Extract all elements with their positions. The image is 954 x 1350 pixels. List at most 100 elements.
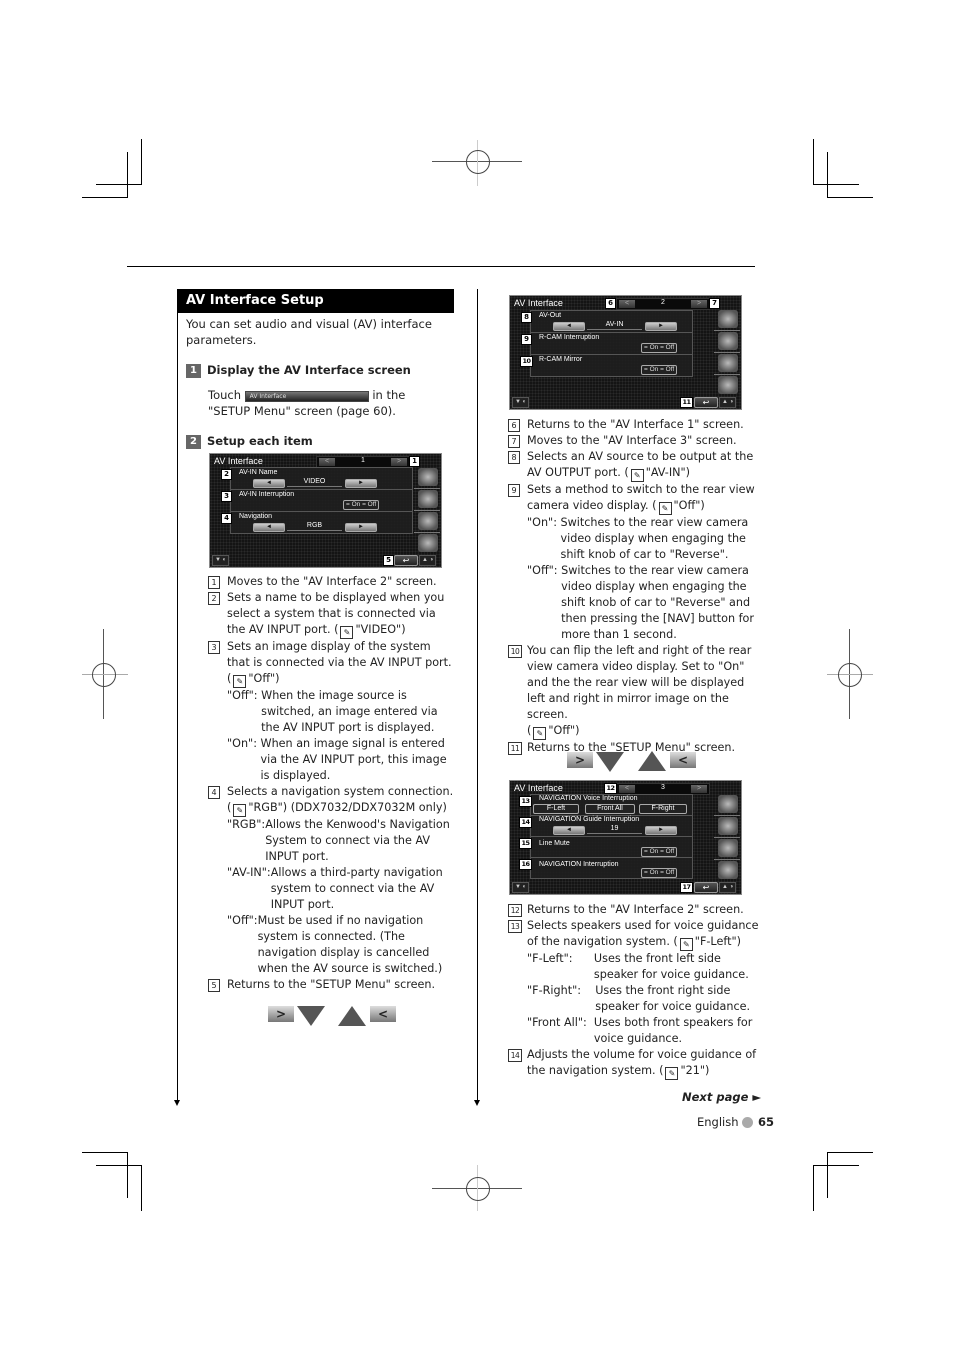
prev-page-button[interactable]: < <box>619 785 635 793</box>
list-item: 1 Moves to the "AV Interface 2" screen. <box>208 574 456 590</box>
item-text: Sets a method to switch to the rear view… <box>527 483 755 512</box>
menu-grid-icon[interactable] <box>418 468 438 486</box>
next-page-button[interactable]: > <box>691 785 707 793</box>
option-button-f-right[interactable]: F-Right <box>639 804 687 814</box>
tools-icon[interactable] <box>718 376 738 394</box>
page-number: 65 <box>758 1115 775 1129</box>
option-key: "Off": <box>527 564 562 577</box>
next-value-button[interactable]: ► <box>645 826 677 835</box>
setting-row: AV-IN Name ◄ VIDEO ► <box>230 467 413 490</box>
prev-page-button[interactable]: < <box>319 458 335 466</box>
list-item: 12 Returns to the "AV Interface 2" scree… <box>508 902 760 918</box>
next-value-button[interactable]: ► <box>345 479 377 488</box>
camera-icon[interactable] <box>718 817 738 835</box>
setting-value: 19 <box>587 825 642 834</box>
speaker-icon[interactable] <box>418 512 438 530</box>
default-value: "Off") <box>548 724 580 737</box>
prev-value-button[interactable]: ◄ <box>253 479 285 488</box>
prev-page-button[interactable]: < <box>619 300 635 308</box>
intro-text: You can set audio and visual (AV) interf… <box>186 317 432 347</box>
next-page-button[interactable]: > <box>691 300 707 308</box>
crop-mark <box>827 1152 828 1198</box>
arrow-down-icon <box>596 752 624 772</box>
setting-label: NAVIGATION Guide Interruption <box>539 816 640 823</box>
option-description: "AV-IN": Allows a third-party navigation … <box>227 865 456 913</box>
item-number: 4 <box>208 786 220 799</box>
next-value-button[interactable]: ► <box>345 523 377 532</box>
setting-row: AV-IN Interruption = On = Off <box>230 489 413 512</box>
prev-value-button[interactable]: ◄ <box>253 523 285 532</box>
next-screen-button-icon: > <box>567 752 593 768</box>
av-interface-button[interactable]: AV Interface <box>244 391 369 402</box>
av-interface-screen-3: AV Interface 12 < 3 > NAVIGATION Voice I… <box>509 780 742 895</box>
on-off-toggle[interactable]: = On = Off <box>641 847 678 857</box>
speaker-icon[interactable] <box>718 839 738 857</box>
prev-value-button[interactable]: ◄ <box>553 826 585 835</box>
callout-label: 6 <box>605 298 616 309</box>
up-button[interactable]: ▲ ◑ <box>719 882 737 893</box>
setting-row: NAVIGATION Guide Interruption ◄ 19 ► <box>530 815 693 837</box>
on-off-toggle[interactable]: = On = Off <box>641 868 678 878</box>
return-button[interactable]: ↩ <box>394 555 418 566</box>
menu-grid-icon[interactable] <box>718 310 738 328</box>
option-key: "F-Right": <box>527 984 596 997</box>
item-text: Returns to the "SETUP Menu" screen. <box>227 978 436 991</box>
option-text: Switches to the rear view camera video d… <box>560 516 749 561</box>
step-2-heading: 2 Setup each item <box>186 433 313 449</box>
down-button[interactable]: ▼ ◐ <box>512 397 530 408</box>
crop-mark <box>141 139 142 185</box>
option-text: When the image source is switched, an im… <box>261 689 438 734</box>
crop-mark <box>96 184 142 185</box>
option-button-front-all[interactable]: Front All <box>585 804 635 814</box>
setting-row: AV-Out ◄ AV-IN ► <box>530 310 693 333</box>
screen-title: AV Interface <box>214 456 263 466</box>
camera-icon[interactable] <box>418 490 438 508</box>
item-number: 2 <box>208 592 220 605</box>
list-item: 7 Moves to the "AV Interface 3" screen. <box>508 433 756 449</box>
crop-mark <box>141 1165 142 1211</box>
item-text: You can flip the left and right of the r… <box>527 644 752 721</box>
down-button[interactable]: ▼ ◐ <box>512 882 530 893</box>
next-value-button[interactable]: ► <box>645 322 677 331</box>
crop-mark <box>127 1152 128 1198</box>
option-key: "On": <box>227 737 261 750</box>
step-number: 1 <box>186 364 201 378</box>
tools-icon[interactable] <box>718 861 738 879</box>
registration-mark <box>838 663 862 687</box>
item-number: 5 <box>208 979 220 992</box>
menu-grid-icon[interactable] <box>718 795 738 813</box>
on-off-toggle[interactable]: = On = Off <box>343 500 380 510</box>
option-description: "On": Switches to the rear view camera v… <box>527 515 756 563</box>
default-setting-icon: ✎ <box>233 804 247 817</box>
item-text: Moves to the "AV Interface 3" screen. <box>527 434 737 447</box>
default-value: "21") <box>680 1064 710 1077</box>
next-page-button[interactable]: > <box>391 458 407 466</box>
on-off-toggle[interactable]: = On = Off <box>641 343 678 353</box>
item-number: 9 <box>508 484 520 497</box>
default-setting-icon: ✎ <box>665 1067 679 1080</box>
registration-mark <box>92 663 116 687</box>
on-off-toggle[interactable]: = On = Off <box>641 365 678 375</box>
registration-mark <box>466 150 490 174</box>
prev-value-button[interactable]: ◄ <box>553 322 585 331</box>
up-button[interactable]: ▲ ◑ <box>419 555 437 566</box>
default-setting-icon: ✎ <box>533 727 547 740</box>
next-page-link[interactable]: Next page ► <box>682 1090 761 1104</box>
option-button-f-left[interactable]: F-Left <box>533 804 579 814</box>
down-button[interactable]: ▼ ◐ <box>212 555 230 566</box>
tools-icon[interactable] <box>418 534 438 552</box>
callout-label: 14 <box>519 817 532 828</box>
up-button[interactable]: ▲ ◑ <box>719 397 737 408</box>
item-text: Selects a navigation system connection. <box>227 785 454 798</box>
callout-label: 10 <box>520 356 533 367</box>
return-button[interactable]: ↩ <box>694 397 718 408</box>
column-end-arrow <box>474 1100 480 1106</box>
camera-icon[interactable] <box>718 332 738 350</box>
speaker-icon[interactable] <box>718 354 738 372</box>
item-list-left: 1 Moves to the "AV Interface 2" screen. … <box>208 574 456 993</box>
callout-label: 13 <box>519 796 532 807</box>
callout-label: 4 <box>221 513 232 524</box>
return-button[interactable]: ↩ <box>694 882 718 893</box>
setting-label: R-CAM Interruption <box>539 334 600 341</box>
setting-label: Line Mute <box>539 840 570 847</box>
